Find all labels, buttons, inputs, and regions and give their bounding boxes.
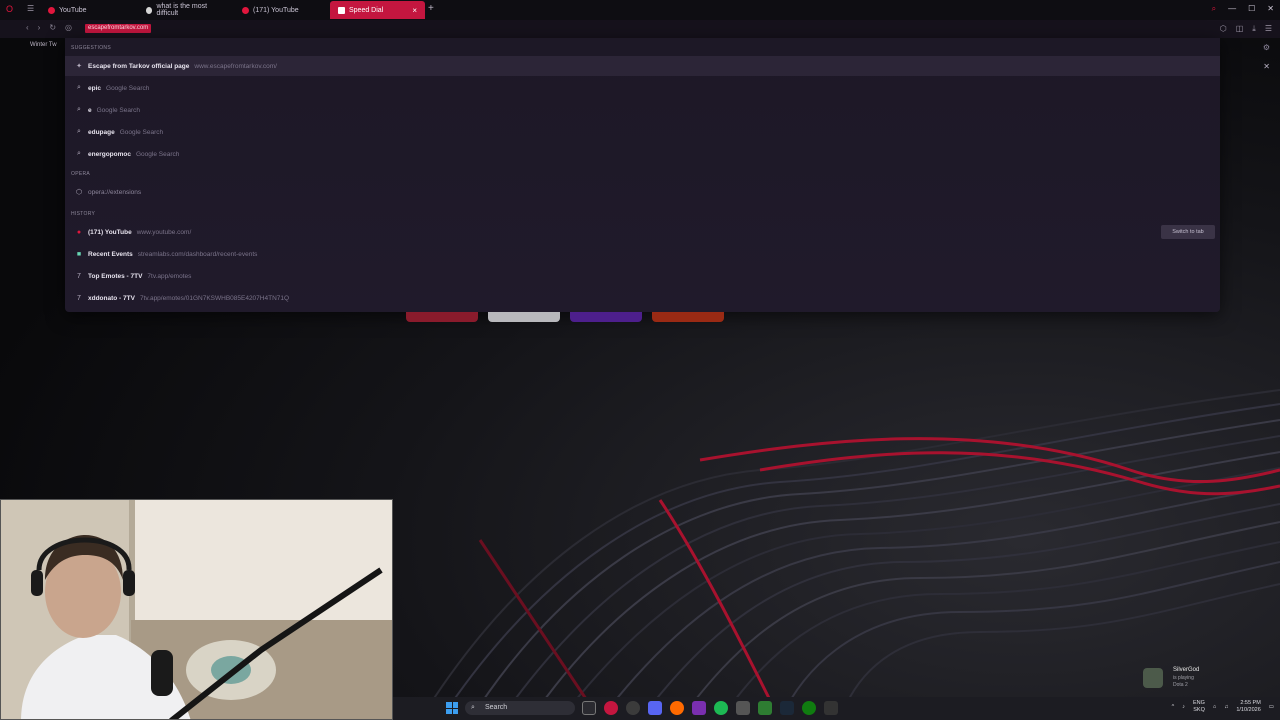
avatar <box>1143 668 1163 688</box>
notifications-icon[interactable]: ▭ <box>1269 704 1274 710</box>
volume-icon[interactable]: ♫ <box>1224 704 1228 710</box>
history-item[interactable]: 7 xddonato - 7TV 7tv.app/emotes/01GN7KSW… <box>65 288 1220 308</box>
taskbar-apps <box>582 701 838 715</box>
streamlabs-icon: ■ <box>76 250 82 258</box>
new-tab-button[interactable]: + <box>428 3 434 14</box>
tab-youtube[interactable]: YouTube <box>40 1 130 19</box>
tab-label: YouTube <box>59 6 87 14</box>
history-item[interactable]: ■ Recent Events streamlabs.com/dashboard… <box>65 244 1220 264</box>
bookmark-label: Winter Tw <box>30 42 57 48</box>
close-icon[interactable]: ✕ <box>1263 62 1270 71</box>
suggestions-header: SUGGESTIONS <box>71 45 111 51</box>
search-icon: ⌕ <box>77 84 81 91</box>
extensions-icon: ⬡ <box>75 189 83 196</box>
tab-label: what is the most difficult <box>156 3 208 17</box>
search-tabs-icon[interactable]: ⌕ <box>1212 4 1216 14</box>
app-icon[interactable] <box>824 701 838 715</box>
speed-dial-tile[interactable] <box>652 312 724 322</box>
tab-bar: O ☰ YouTube what is the most difficult (… <box>0 0 1280 20</box>
xbox-icon[interactable] <box>802 701 816 715</box>
tab-speed-dial[interactable]: Speed Dial × <box>330 1 425 19</box>
spreadsheet-app-icon[interactable] <box>758 701 772 715</box>
steam-icon[interactable] <box>780 701 794 715</box>
search-icon: ⌕ <box>77 150 81 157</box>
close-tab-icon[interactable]: × <box>412 6 417 15</box>
reload-icon[interactable]: ↻ <box>49 23 56 32</box>
minimize-icon[interactable]: — <box>1228 4 1236 14</box>
close-window-icon[interactable]: ✕ <box>1267 4 1274 14</box>
network-icon[interactable]: ⌂ <box>1213 704 1216 710</box>
clock[interactable]: 2:55 PM 1/10/2026 <box>1236 700 1260 714</box>
settings-app-icon[interactable] <box>736 701 750 715</box>
taskbar-search[interactable]: ⌕ Search <box>465 701 575 715</box>
security-icon: ◎ <box>65 23 73 32</box>
game-activity-notification[interactable]: SilverGod is playing Dota 2 <box>1143 664 1213 692</box>
webcam-overlay <box>0 499 393 720</box>
search-icon: ⌕ <box>77 128 81 135</box>
windows-start-icon[interactable] <box>446 702 458 714</box>
language-indicator[interactable]: ENG SKQ <box>1193 700 1205 714</box>
search-icon: ⌕ <box>471 704 475 711</box>
obs-icon[interactable] <box>626 701 640 715</box>
opera-gx-icon[interactable] <box>604 701 618 715</box>
easy-setup-icon[interactable]: ☰ <box>1265 24 1272 34</box>
switch-to-tab-button[interactable]: Switch to tab <box>1161 225 1215 239</box>
streaming-app-icon[interactable] <box>692 701 706 715</box>
maximize-icon[interactable]: ☐ <box>1248 4 1255 14</box>
discord-icon[interactable] <box>648 701 662 715</box>
forward-icon[interactable]: › <box>38 23 41 32</box>
spotify-icon[interactable] <box>714 701 728 715</box>
history-item[interactable]: ● (171) YouTube www.youtube.com/ <box>65 222 1220 242</box>
streamer-silhouette <box>21 535 392 719</box>
tab-label: Speed Dial <box>349 6 384 14</box>
suggestion-top-result[interactable]: ✦ Escape from Tarkov official page www.e… <box>65 56 1220 76</box>
firefox-icon[interactable] <box>670 701 684 715</box>
settings-icon[interactable]: ⚙ <box>1263 43 1270 52</box>
history-header: HISTORY <box>71 211 96 217</box>
snapshot-icon[interactable]: ◫ <box>1236 24 1244 34</box>
opera-suggestion-item[interactable]: ⬡ opera://extensions <box>65 182 1220 202</box>
suggestion-search-item[interactable]: ⌕ e Google Search <box>65 100 1220 120</box>
7tv-icon: 7 <box>77 272 81 280</box>
chevron-up-icon[interactable]: ^ <box>1172 704 1175 710</box>
youtube-icon <box>48 6 55 14</box>
tab-search[interactable]: what is the most difficult <box>138 1 233 19</box>
tab-menu-icon[interactable]: ☰ <box>27 4 34 13</box>
extensions-icon[interactable]: ⬡ <box>1220 24 1227 34</box>
url-input[interactable]: escapefromtarkov.com <box>85 24 152 33</box>
suggestion-search-item[interactable]: ⌕ energopomoc Google Search <box>65 144 1220 164</box>
speed-dial-icon <box>338 6 345 14</box>
7tv-icon: 7 <box>77 294 81 302</box>
search-icon: ⌕ <box>77 106 81 113</box>
opera-header: OPERA <box>71 171 91 177</box>
address-bar: ‹ › ↻ ◎ <box>0 20 1280 38</box>
tarkov-icon: ✦ <box>76 63 82 70</box>
speed-dial-tile[interactable] <box>570 312 642 322</box>
download-icon[interactable]: ⤓ <box>1252 24 1256 34</box>
suggestion-search-item[interactable]: ⌕ epic Google Search <box>65 78 1220 98</box>
opera-logo-icon[interactable]: O <box>6 4 13 14</box>
suggestion-search-item[interactable]: ⌕ edupage Google Search <box>65 122 1220 142</box>
speed-dial-tile[interactable] <box>488 312 560 322</box>
tab-label: (171) YouTube <box>253 6 299 14</box>
history-item[interactable]: 7 Top Emotes - 7TV 7tv.app/emotes <box>65 266 1220 286</box>
address-suggestions-dropdown: SUGGESTIONS ✦ Escape from Tarkov officia… <box>65 38 1220 312</box>
google-icon <box>146 6 153 14</box>
system-tray: ^ ♪ ENG SKQ ⌂ ♫ 2:55 PM 1/10/2026 ▭ <box>1172 700 1274 714</box>
task-view-icon[interactable] <box>582 701 596 715</box>
youtube-icon: ● <box>76 228 82 236</box>
speed-dial-tile[interactable] <box>406 312 478 322</box>
microphone-icon[interactable]: ♪ <box>1182 704 1185 710</box>
youtube-icon <box>242 6 249 14</box>
tab-youtube-171[interactable]: (171) YouTube <box>234 1 329 19</box>
back-icon[interactable]: ‹ <box>26 23 29 32</box>
bookmark-item[interactable]: Winter Tw <box>30 42 57 48</box>
